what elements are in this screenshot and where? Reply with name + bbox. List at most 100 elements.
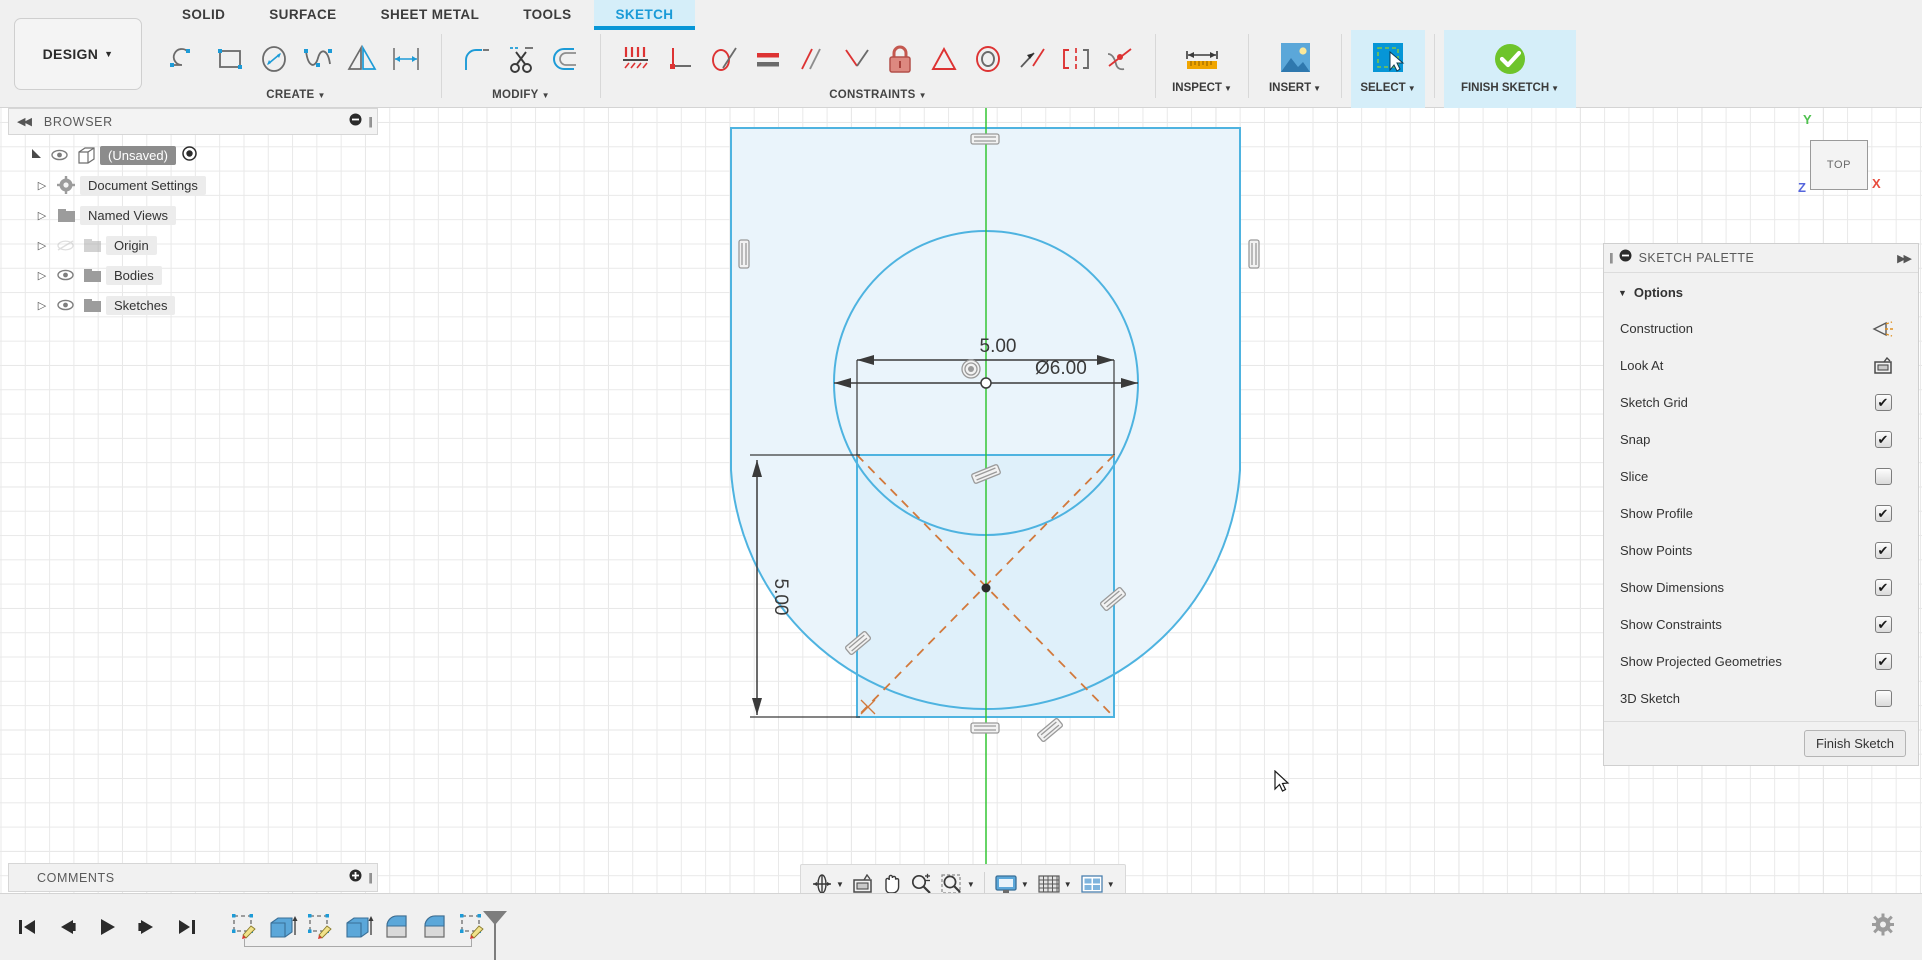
browser-item-label[interactable]: Bodies xyxy=(106,266,162,285)
create-panel-label[interactable]: CREATE▼ xyxy=(266,88,325,101)
expand-arrow-icon[interactable]: ▷ xyxy=(32,269,52,282)
play-button[interactable] xyxy=(90,910,124,944)
visibility-eye-icon[interactable] xyxy=(52,299,78,311)
go-to-end-button[interactable] xyxy=(170,910,204,944)
option-show-profile[interactable]: Show Profile ✔ xyxy=(1604,495,1918,532)
circle-tool[interactable] xyxy=(252,34,296,84)
coincident-constraint[interactable] xyxy=(1010,34,1054,84)
step-backward-button[interactable] xyxy=(50,910,84,944)
option-sketch-grid[interactable]: Sketch Grid ✔ xyxy=(1604,384,1918,421)
show-profile-checkbox[interactable]: ✔ xyxy=(1875,505,1892,522)
chevron-down-icon[interactable]: ▼ xyxy=(1107,880,1115,889)
option-3d-sketch[interactable]: 3D Sketch xyxy=(1604,680,1918,717)
step-forward-button[interactable] xyxy=(130,910,164,944)
activate-radio-icon[interactable] xyxy=(182,146,197,164)
option-look-at[interactable]: Look At xyxy=(1604,347,1918,384)
perpendicular-constraint[interactable] xyxy=(658,34,702,84)
palette-grip-icon[interactable]: ||| xyxy=(1609,252,1612,264)
modify-panel-label[interactable]: MODIFY▼ xyxy=(492,88,550,101)
browser-item-named-views[interactable]: ▷ Named Views xyxy=(8,200,378,230)
browser-item-label[interactable]: Sketches xyxy=(106,296,175,315)
browser-item-unsaved[interactable]: (Unsaved) xyxy=(8,140,378,170)
browser-item-sketches[interactable]: ▷ Sketches xyxy=(8,290,378,320)
option-slice[interactable]: Slice xyxy=(1604,458,1918,495)
3d-sketch-checkbox[interactable] xyxy=(1875,690,1892,707)
tab-sketch[interactable]: SKETCH xyxy=(594,0,696,30)
add-comment-icon[interactable] xyxy=(349,869,362,887)
option-construction[interactable]: Construction xyxy=(1604,310,1918,347)
design-workspace-button[interactable]: DESIGN ▼ xyxy=(14,18,142,90)
curvature-constraint[interactable] xyxy=(1098,34,1142,84)
chevron-down-icon[interactable]: ▼ xyxy=(967,880,975,889)
equal-constraint[interactable] xyxy=(746,34,790,84)
sketch-grid-checkbox[interactable]: ✔ xyxy=(1875,394,1892,411)
option-show-projected-geometries[interactable]: Show Projected Geometries ✔ xyxy=(1604,643,1918,680)
option-show-dimensions[interactable]: Show Dimensions ✔ xyxy=(1604,569,1918,606)
trim-tool[interactable] xyxy=(499,34,543,84)
browser-item-origin[interactable]: ▷ Origin xyxy=(8,230,378,260)
show-points-checkbox[interactable]: ✔ xyxy=(1875,542,1892,559)
offset-tool[interactable] xyxy=(543,34,587,84)
fix-unfix-constraint[interactable] xyxy=(878,34,922,84)
tab-tools[interactable]: TOOLS xyxy=(501,0,593,30)
chevron-down-icon[interactable]: ▼ xyxy=(836,880,844,889)
timeline-settings-button[interactable] xyxy=(1872,914,1894,941)
browser-item-label[interactable]: (Unsaved) xyxy=(100,146,176,165)
comments-grip-icon[interactable]: ||| xyxy=(368,872,371,884)
show-constraints-checkbox[interactable]: ✔ xyxy=(1875,616,1892,633)
palette-minimize-icon[interactable] xyxy=(1619,249,1632,267)
tangent-constraint[interactable] xyxy=(702,34,746,84)
browser-item-label[interactable]: Named Views xyxy=(80,206,176,225)
horizontal-vertical-constraint[interactable] xyxy=(614,34,658,84)
browser-minimize-icon[interactable] xyxy=(349,113,362,131)
collapse-left-icon[interactable]: ◀◀ xyxy=(17,115,30,128)
options-section-header[interactable]: ▼ Options xyxy=(1604,279,1918,310)
line-tool[interactable] xyxy=(164,34,208,84)
select-button[interactable]: SELECT▼ xyxy=(1351,30,1425,108)
browser-item-label[interactable]: Origin xyxy=(106,236,157,255)
chevron-down-icon[interactable]: ▼ xyxy=(1064,880,1072,889)
inspect-button[interactable]: INSPECT▼ xyxy=(1165,30,1239,108)
chevron-down-icon[interactable]: ▼ xyxy=(1021,880,1029,889)
construction-icon[interactable] xyxy=(1866,320,1900,338)
browser-grip-icon[interactable]: ||| xyxy=(368,116,371,128)
collapse-right-icon[interactable]: ▶▶ xyxy=(1897,252,1910,265)
spline-tool[interactable] xyxy=(296,34,340,84)
slice-checkbox[interactable] xyxy=(1875,468,1892,485)
expand-arrow-icon[interactable]: ▷ xyxy=(32,179,52,192)
fillet-tool[interactable] xyxy=(455,34,499,84)
finish-sketch-button[interactable]: FINISH SKETCH▼ xyxy=(1444,30,1576,108)
browser-item-document-settings[interactable]: ▷ Document Settings xyxy=(8,170,378,200)
concentric-constraint[interactable] xyxy=(966,34,1010,84)
tab-solid[interactable]: SOLID xyxy=(160,0,247,30)
rectangle-tool[interactable] xyxy=(208,34,252,84)
browser-item-label[interactable]: Document Settings xyxy=(80,176,206,195)
parallel-constraint[interactable] xyxy=(790,34,834,84)
option-snap[interactable]: Snap ✔ xyxy=(1604,421,1918,458)
tab-surface[interactable]: SURFACE xyxy=(247,0,358,30)
show-dimensions-checkbox[interactable]: ✔ xyxy=(1875,579,1892,596)
timeline-end-marker[interactable] xyxy=(481,909,509,960)
snap-checkbox[interactable]: ✔ xyxy=(1875,431,1892,448)
show-projected-geometries-checkbox[interactable]: ✔ xyxy=(1875,653,1892,670)
collinear-constraint[interactable] xyxy=(922,34,966,84)
symmetry-constraint[interactable] xyxy=(1054,34,1098,84)
expand-arrow-icon[interactable]: ▷ xyxy=(32,299,52,312)
view-cube-face-top[interactable]: TOP xyxy=(1810,140,1868,190)
constraints-panel-label[interactable]: CONSTRAINTS▼ xyxy=(829,88,927,101)
visibility-eye-icon[interactable] xyxy=(46,149,72,161)
option-show-points[interactable]: Show Points ✔ xyxy=(1604,532,1918,569)
comments-panel[interactable]: COMMENTS ||| xyxy=(8,863,378,892)
dimension-tool[interactable] xyxy=(384,34,428,84)
expand-arrow-icon[interactable] xyxy=(26,147,46,163)
go-to-beginning-button[interactable] xyxy=(10,910,44,944)
visibility-off-icon[interactable] xyxy=(52,239,78,252)
mirror-tool[interactable] xyxy=(340,34,384,84)
expand-arrow-icon[interactable]: ▷ xyxy=(32,239,52,252)
tab-sheet-metal[interactable]: SHEET METAL xyxy=(359,0,502,30)
visibility-eye-icon[interactable] xyxy=(52,269,78,281)
browser-item-bodies[interactable]: ▷ Bodies xyxy=(8,260,378,290)
look-at-icon[interactable] xyxy=(1866,357,1900,375)
insert-button[interactable]: INSERT▼ xyxy=(1258,30,1332,108)
option-show-constraints[interactable]: Show Constraints ✔ xyxy=(1604,606,1918,643)
